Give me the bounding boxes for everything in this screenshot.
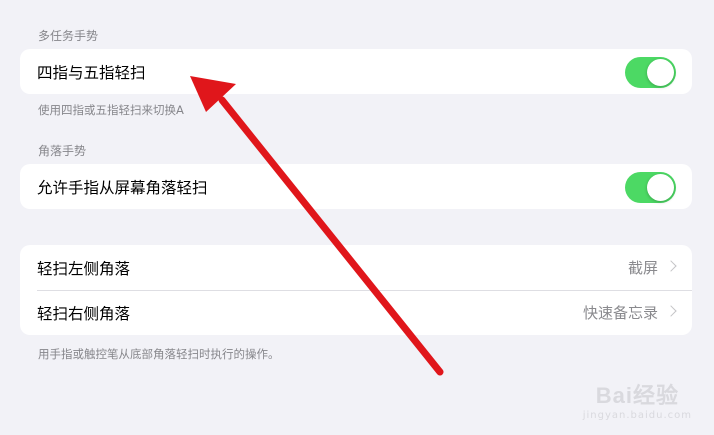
four-five-finger-swipe-toggle[interactable] [625,57,676,88]
watermark-url: jingyan.baidu.com [582,410,692,421]
multitask-footer: 使用四指或五指轻扫来切换A [38,103,184,117]
watermark-brand: Bai经验 [595,383,679,408]
swipe-right-corner-label: 轻扫右侧角落 [37,304,131,323]
toggle-knob [647,59,674,86]
chevron-right-icon [665,260,677,272]
four-five-finger-swipe-row[interactable]: 四指与五指轻扫 [20,49,692,94]
multitask-group: 四指与五指轻扫 [20,49,692,94]
four-five-finger-swipe-label: 四指与五指轻扫 [37,63,146,82]
corner-swipe-toggle[interactable] [625,172,676,203]
chevron-right-icon [665,305,677,317]
corner-actions-group: 轻扫左侧角落 截屏 轻扫右侧角落 快速备忘录 [20,245,692,335]
toggle-knob [647,174,674,201]
corner-actions-footer: 用手指或触控笔从底部角落轻扫时执行的操作。 [38,347,280,361]
swipe-right-corner-row[interactable]: 轻扫右侧角落 快速备忘录 [20,290,692,335]
corner-swipe-label: 允许手指从屏幕角落轻扫 [37,178,208,197]
corner-swipe-row[interactable]: 允许手指从屏幕角落轻扫 [20,164,692,209]
swipe-left-corner-row[interactable]: 轻扫左侧角落 截屏 [20,245,692,290]
corner-group: 允许手指从屏幕角落轻扫 [20,164,692,209]
swipe-right-corner-value: 快速备忘录 [582,304,658,322]
baidu-jingyan-watermark: Bai经验 jingyan.baidu.com [583,378,692,421]
multitask-section-header: 多任务手势 [38,29,99,43]
swipe-left-corner-label: 轻扫左侧角落 [37,259,131,278]
corner-section-header: 角落手势 [38,144,87,158]
swipe-left-corner-value: 截屏 [627,259,658,277]
